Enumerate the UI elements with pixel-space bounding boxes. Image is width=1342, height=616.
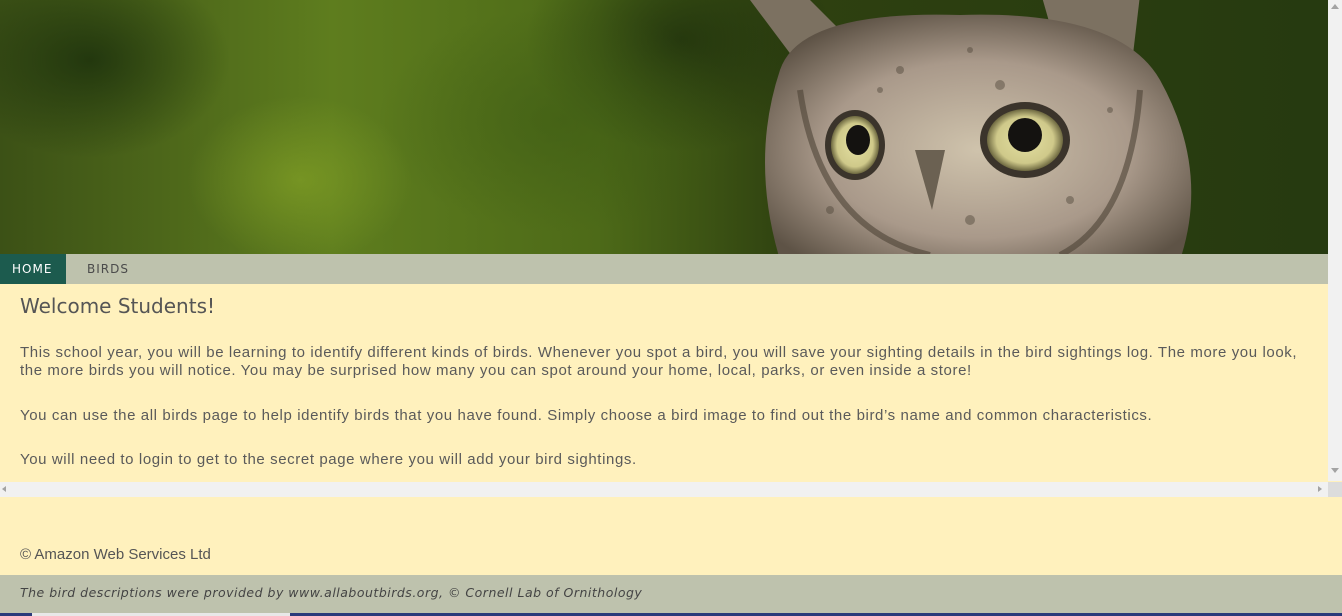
birds-page-paragraph: You can use the all birds page to help i…: [20, 407, 1153, 424]
nav-item-home[interactable]: HOME: [0, 254, 66, 284]
main-content: Welcome Students! This school year, you …: [0, 284, 1328, 482]
scroll-up-arrow-icon[interactable]: [1331, 4, 1339, 9]
copyright-text: © Amazon Web Services Ltd: [20, 546, 211, 563]
intro-paragraph: This school year, you will be learning t…: [20, 344, 1298, 379]
horizontal-scrollbar[interactable]: [0, 482, 1328, 497]
scroll-left-arrow-icon[interactable]: [2, 486, 6, 492]
main-navigation: HOME BIRDS: [0, 254, 1328, 284]
hero-banner-image: [0, 0, 1328, 254]
scroll-down-arrow-icon[interactable]: [1331, 468, 1339, 473]
credit-text: The bird descriptions were provided by w…: [20, 585, 643, 600]
login-paragraph: You will need to login to get to the sec…: [20, 451, 637, 468]
nav-item-birds[interactable]: BIRDS: [75, 254, 141, 284]
page-title: Welcome Students!: [20, 294, 216, 318]
scrollbar-corner: [1328, 482, 1342, 497]
footer-bar: The bird descriptions were provided by w…: [0, 575, 1342, 613]
vertical-scrollbar[interactable]: [1328, 0, 1342, 481]
scroll-right-arrow-icon[interactable]: [1318, 486, 1322, 492]
owl-image: [750, 0, 1192, 254]
